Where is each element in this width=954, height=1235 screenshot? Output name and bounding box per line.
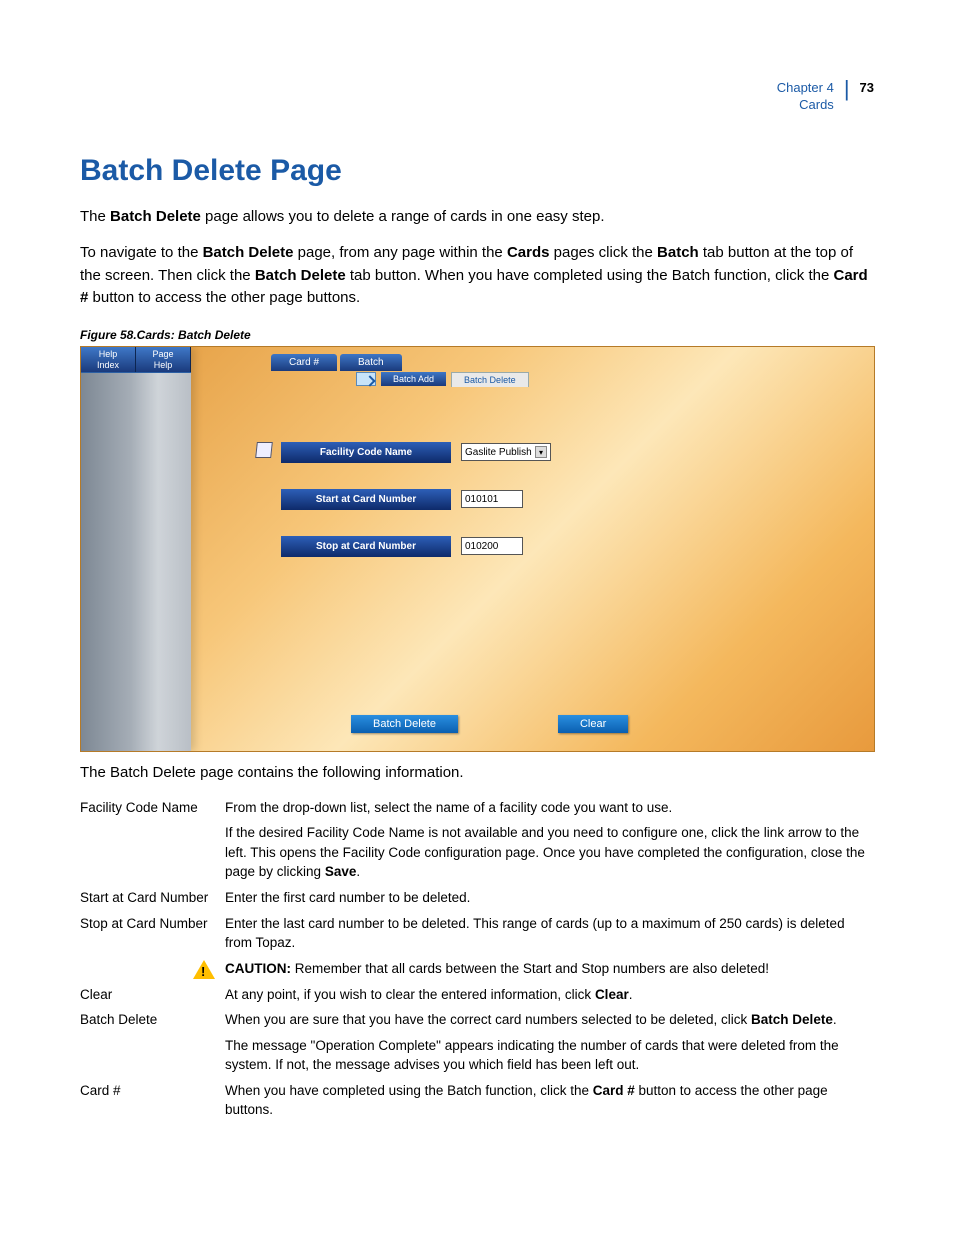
facility-select[interactable]: Gaslite Publish ▾ <box>461 443 551 461</box>
facility-value: Gaslite Publish <box>465 447 532 458</box>
def-facility-1: From the drop-down list, select the name… <box>225 795 874 821</box>
stop-input[interactable] <box>461 537 523 555</box>
text: page allows you to delete a range of car… <box>201 208 605 225</box>
text: tab button. When you have completed usin… <box>346 267 834 284</box>
chapter-line: Chapter 4 <box>777 80 834 95</box>
bold: Cards <box>507 244 550 261</box>
def-clear: At any point, if you wish to clear the e… <box>225 982 874 1008</box>
text: To navigate to the <box>80 244 203 261</box>
header-divider: | <box>844 78 850 100</box>
start-label: Start at Card Number <box>281 489 451 510</box>
start-input[interactable] <box>461 490 523 508</box>
batch-delete-button[interactable]: Batch Delete <box>351 715 458 733</box>
page-title: Batch Delete Page <box>80 154 874 188</box>
def-stop: Enter the last card number to be deleted… <box>225 911 874 956</box>
screenshot-sidebar: Help Index Page Help <box>81 347 191 751</box>
stop-row: Stop at Card Number <box>256 536 776 557</box>
dropdown-arrow-icon[interactable]: ▾ <box>535 446 547 458</box>
table-row: Facility Code Name From the drop-down li… <box>80 795 874 821</box>
term-stop: Stop at Card Number <box>80 911 225 956</box>
table-row: If the desired Facility Code Name is not… <box>80 820 874 885</box>
text: When you are sure that you have the corr… <box>225 1012 751 1027</box>
batch-delete-tab[interactable]: Batch Delete <box>451 372 529 387</box>
def-batch-delete-1: When you are sure that you have the corr… <box>225 1007 874 1033</box>
header-text: Chapter 4 Cards <box>777 80 834 114</box>
caution-cell <box>80 956 225 982</box>
table-row: Clear At any point, if you wish to clear… <box>80 982 874 1008</box>
text: If the desired Facility Code Name is not… <box>225 825 865 879</box>
top-tabs: Card # Batch <box>271 354 402 371</box>
bold: Save <box>325 864 357 879</box>
warning-icon <box>193 960 215 979</box>
bold: Clear <box>595 987 629 1002</box>
bottom-buttons: Batch Delete Clear <box>351 715 628 733</box>
help-index-button[interactable]: Help Index <box>81 347 136 372</box>
section-lead: The Batch Delete page contains the follo… <box>80 764 874 781</box>
text: When you have completed using the Batch … <box>225 1083 593 1098</box>
card-number-tab[interactable]: Card # <box>271 354 337 371</box>
def-card-num: When you have completed using the Batch … <box>225 1078 874 1123</box>
form-area: Facility Code Name Gaslite Publish ▾ Sta… <box>256 442 776 583</box>
start-row: Start at Card Number <box>256 489 776 510</box>
def-facility-2: If the desired Facility Code Name is not… <box>225 820 874 885</box>
text: The <box>80 208 110 225</box>
batch-add-tab[interactable]: Batch Add <box>381 372 446 386</box>
facility-label: Facility Code Name <box>281 442 451 463</box>
intro-p2: To navigate to the Batch Delete page, fr… <box>80 242 874 310</box>
bold: Batch Delete <box>255 267 346 284</box>
bold: Batch Delete <box>110 208 201 225</box>
bold: Card # <box>593 1083 635 1098</box>
def-caution: CAUTION: Remember that all cards between… <box>225 956 874 982</box>
clear-button[interactable]: Clear <box>558 715 628 733</box>
table-row: Start at Card Number Enter the first car… <box>80 885 874 911</box>
caution-label: CAUTION: <box>225 961 291 976</box>
sub-tabs: Batch Add Batch Delete <box>356 372 529 387</box>
term-start: Start at Card Number <box>80 885 225 911</box>
text: . <box>833 1012 837 1027</box>
term-batch-delete: Batch Delete <box>80 1007 225 1033</box>
table-row: Stop at Card Number Enter the last card … <box>80 911 874 956</box>
table-row: Batch Delete When you are sure that you … <box>80 1007 874 1033</box>
facility-row: Facility Code Name Gaslite Publish ▾ <box>256 442 776 463</box>
link-arrow-icon[interactable] <box>255 442 273 458</box>
table-row: The message "Operation Complete" appears… <box>80 1033 874 1078</box>
description-table: Facility Code Name From the drop-down li… <box>80 795 874 1123</box>
batch-tab[interactable]: Batch <box>340 354 402 371</box>
intro-p1: The Batch Delete page allows you to dele… <box>80 206 874 229</box>
screenshot: Help Index Page Help Card # Batch Batch … <box>80 346 875 752</box>
def-batch-delete-2: The message "Operation Complete" appears… <box>225 1033 874 1078</box>
text: pages click the <box>549 244 657 261</box>
text: . <box>629 987 633 1002</box>
text: page, from any page within the <box>293 244 506 261</box>
table-row-caution: CAUTION: Remember that all cards between… <box>80 956 874 982</box>
term-card-num: Card # <box>80 1078 225 1123</box>
figure-caption: Figure 58.Cards: Batch Delete <box>80 328 874 342</box>
term-clear: Clear <box>80 982 225 1008</box>
term-facility: Facility Code Name <box>80 795 225 821</box>
page-number: 73 <box>860 80 874 95</box>
page-header: Chapter 4 Cards | 73 <box>80 80 874 114</box>
page-help-button[interactable]: Page Help <box>136 347 191 372</box>
def-start: Enter the first card number to be delete… <box>225 885 874 911</box>
text: . <box>356 864 360 879</box>
section-line: Cards <box>799 97 834 112</box>
header-right: Chapter 4 Cards | 73 <box>777 80 874 114</box>
table-row: Card # When you have completed using the… <box>80 1078 874 1123</box>
text: At any point, if you wish to clear the e… <box>225 987 595 1002</box>
bold: Batch <box>657 244 699 261</box>
bold: Batch Delete <box>203 244 294 261</box>
stop-label: Stop at Card Number <box>281 536 451 557</box>
text: button to access the other page buttons. <box>88 289 360 306</box>
caution-text: Remember that all cards between the Star… <box>291 961 769 976</box>
bold: Batch Delete <box>751 1012 833 1027</box>
sub-arrow-icon[interactable] <box>356 372 376 386</box>
sidebar-top: Help Index Page Help <box>81 347 191 373</box>
